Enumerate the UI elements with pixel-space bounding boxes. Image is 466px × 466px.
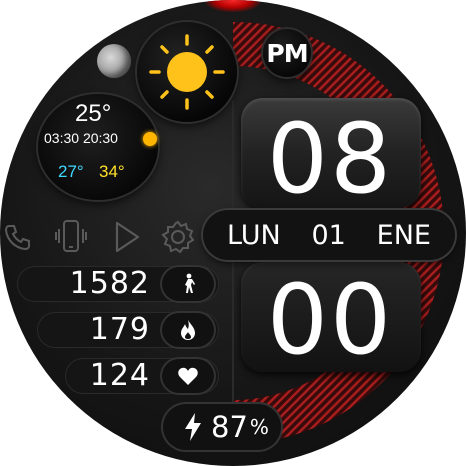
flame-icon bbox=[181, 320, 195, 340]
phone-icon[interactable] bbox=[2, 222, 32, 252]
calories-icon-badge bbox=[162, 313, 214, 347]
battery-value: 87 bbox=[211, 410, 248, 444]
temp-max: 34° bbox=[99, 162, 125, 181]
bolt-icon bbox=[185, 413, 201, 441]
current-temperature: 25° bbox=[75, 100, 112, 127]
steps-value: 1582 bbox=[69, 266, 150, 301]
walking-icon bbox=[185, 273, 195, 293]
mini-sun-icon bbox=[143, 132, 157, 146]
heart-icon-badge bbox=[162, 359, 214, 393]
ampm-label: PM bbox=[266, 38, 308, 68]
date-pill[interactable]: LUN 01 ENE bbox=[203, 210, 455, 260]
battery-pill[interactable]: 87 % bbox=[163, 404, 281, 450]
sunrise-time: 03:30 bbox=[44, 130, 80, 146]
sun-icon bbox=[149, 34, 225, 110]
sunset-time: 20:30 bbox=[82, 130, 118, 146]
date-day: 01 bbox=[311, 219, 346, 251]
ampm-indicator: PM bbox=[263, 29, 311, 77]
moon-phase-icon bbox=[97, 44, 131, 78]
vibrate-icon[interactable] bbox=[54, 218, 88, 256]
date-weekday: LUN bbox=[227, 219, 281, 251]
play-icon[interactable] bbox=[112, 220, 142, 254]
shortcut-row bbox=[0, 214, 200, 258]
watch-face: PM 25° 03:30 20:30 27° 34° 08 00 LUN 01 … bbox=[0, 0, 466, 466]
heart-icon bbox=[178, 367, 198, 385]
calories-value: 179 bbox=[89, 312, 150, 347]
center-divider bbox=[232, 100, 234, 420]
weather-button[interactable] bbox=[137, 22, 237, 122]
hour-digits: 08 bbox=[266, 103, 394, 215]
steps-icon-badge bbox=[162, 267, 214, 301]
heart-rate-value: 124 bbox=[89, 358, 150, 393]
date-month: ENE bbox=[376, 219, 431, 251]
gear-icon[interactable] bbox=[160, 219, 196, 255]
temp-min: 27° bbox=[58, 162, 84, 181]
sun-times: 03:30 20:30 bbox=[44, 130, 118, 146]
battery-unit: % bbox=[249, 415, 269, 439]
minute-digits: 00 bbox=[266, 264, 394, 376]
